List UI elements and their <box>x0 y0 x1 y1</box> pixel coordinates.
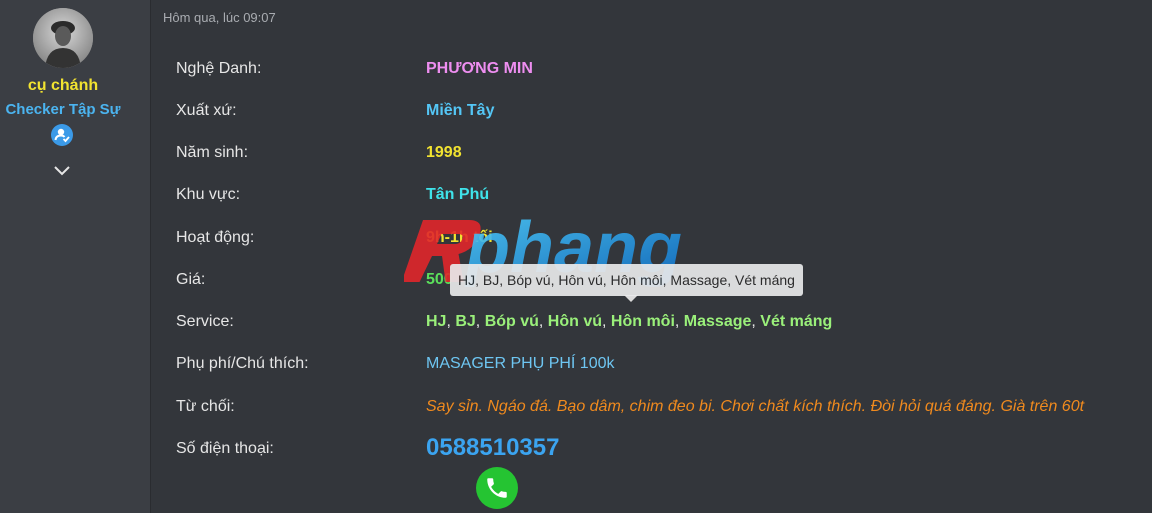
service-item: BJ <box>455 313 476 330</box>
user-title: Checker Tập Sự <box>5 101 121 118</box>
service-tooltip: HJ, BJ, Bóp vú, Hôn vú, Hôn môi, Massage… <box>450 264 803 296</box>
value-refuse: Say sỉn. Ngáo đá. Bạo dâm, chim đeo bi. … <box>426 398 1085 415</box>
post-timestamp[interactable]: Hôm qua, lúc 09:07 <box>163 10 276 25</box>
service-item: Massage <box>683 313 752 330</box>
avatar-image <box>33 8 93 68</box>
label-price: Giá: <box>176 271 206 288</box>
service-item: HJ <box>426 313 447 330</box>
value-birth-year: 1998 <box>426 144 462 161</box>
service-item: Hôn môi <box>610 313 675 330</box>
value-stage-name: PHƯƠNG MIN <box>426 60 533 77</box>
value-area: Tân Phú <box>426 186 490 203</box>
label-origin: Xuất xứ: <box>176 102 237 119</box>
label-phone: Số điện thoại: <box>176 440 274 457</box>
label-service: Service: <box>176 313 234 330</box>
verified-user-icon <box>51 124 73 146</box>
chevron-down-icon[interactable] <box>53 163 71 177</box>
phone-icon <box>487 478 507 498</box>
label-stage-name: Nghệ Danh: <box>176 60 262 77</box>
tooltip-arrow <box>624 295 638 302</box>
label-birth-year: Năm sinh: <box>176 144 249 161</box>
avatar[interactable] <box>33 8 93 68</box>
value-phone[interactable]: 0588510357 <box>426 434 559 462</box>
call-button[interactable] <box>476 467 518 509</box>
value-service: HJ, BJ, Bóp vú, Hôn vú, Hôn môi, Massage… <box>426 313 833 330</box>
label-hours: Hoạt động: <box>176 229 255 246</box>
user-sidebar: cụ chánh Checker Tập Sự <box>0 0 151 513</box>
service-item: Vét máng <box>760 313 833 330</box>
service-item: Hôn vú <box>547 313 603 330</box>
username[interactable]: cụ chánh <box>0 77 126 95</box>
value-extra-fee: MASAGER PHỤ PHÍ 100k <box>426 355 615 372</box>
label-refuse: Từ chối: <box>176 398 235 415</box>
label-area: Khu vực: <box>176 186 241 203</box>
service-item: Bóp vú <box>484 313 539 330</box>
label-extra-fee: Phụ phí/Chú thích: <box>176 355 309 372</box>
value-origin: Miền Tây <box>426 102 495 119</box>
